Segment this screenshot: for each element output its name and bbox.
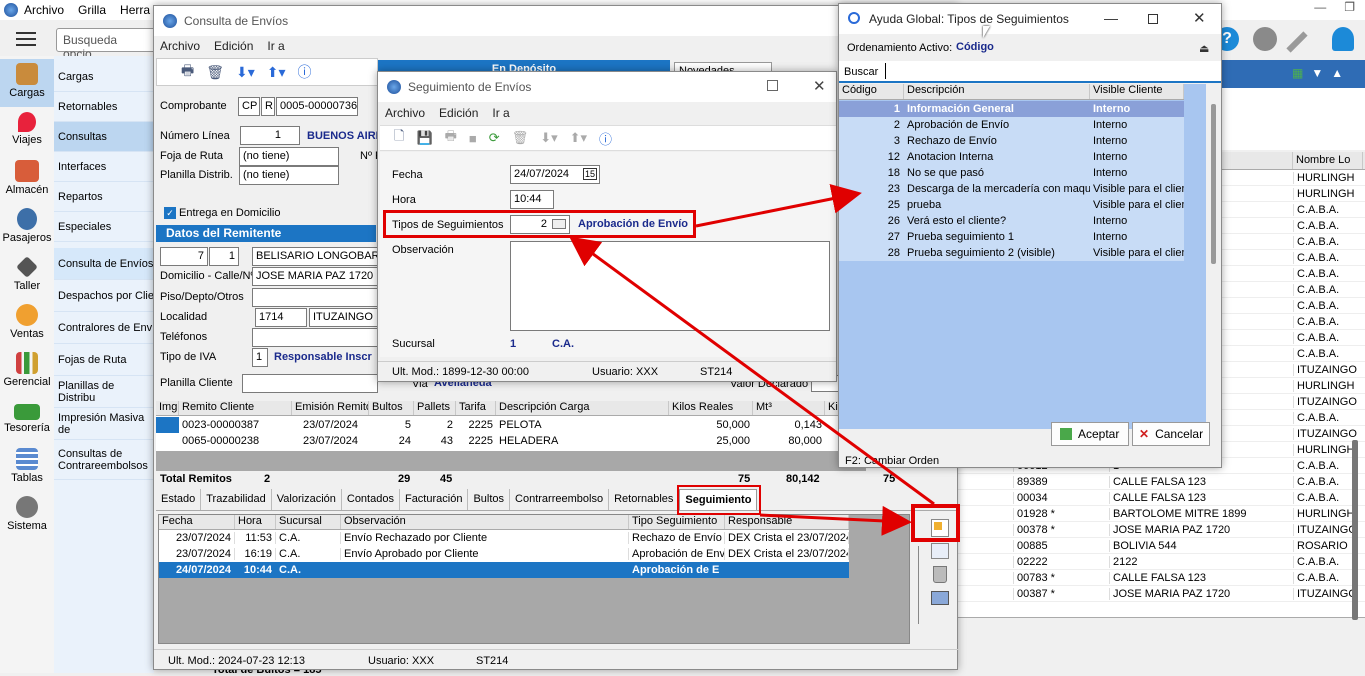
mouse-cursor-icon <box>983 26 990 38</box>
annotation-arrows <box>569 183 935 536</box>
